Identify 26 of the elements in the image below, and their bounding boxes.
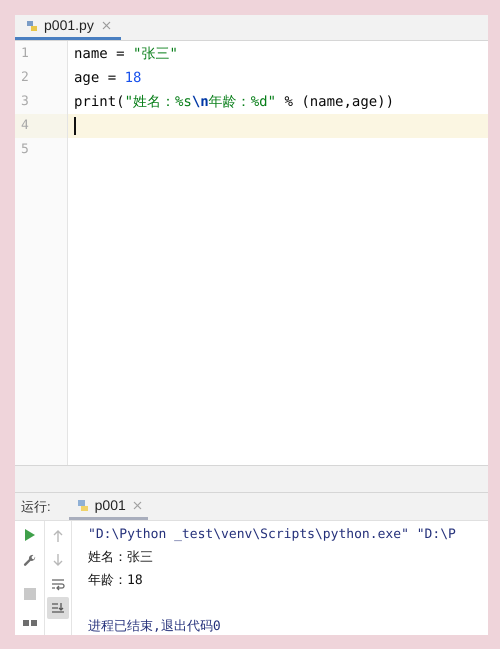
run-icon[interactable] <box>24 528 36 542</box>
panel-label: 运行: <box>20 498 52 516</box>
line-number: 2 <box>21 69 29 88</box>
run-tab[interactable]: p001 <box>68 493 148 520</box>
code-line: age = 18 <box>74 68 142 88</box>
console-line: 年龄：18 <box>88 572 143 590</box>
console-line: "D:\Python _test\venv\Scripts\python.exe" "D:\P <box>88 526 456 544</box>
line-number: 5 <box>21 141 29 160</box>
arrow-up-icon <box>51 529 65 543</box>
line-number: 1 <box>21 45 29 64</box>
console-line: 姓名：张三 <box>88 549 153 567</box>
code-line: name = "张三" <box>74 44 178 64</box>
code-line: print("姓名：%s\n年龄：%d" % (name,age)) <box>74 92 394 112</box>
line-number: 4 <box>21 117 29 136</box>
close-icon[interactable] <box>102 21 111 30</box>
scroll-to-end-icon <box>51 601 65 615</box>
python-icon <box>25 18 39 32</box>
wrench-icon[interactable] <box>22 554 36 568</box>
text-cursor <box>74 117 76 135</box>
console-line: 进程已结束,退出代码0 <box>88 618 221 635</box>
close-icon[interactable] <box>132 500 142 510</box>
soft-wrap-icon <box>51 577 65 591</box>
arrow-down-icon <box>51 553 65 567</box>
line-number: 3 <box>21 93 29 112</box>
layout-icon[interactable] <box>22 620 36 626</box>
scroll-to-end-button[interactable] <box>47 597 69 619</box>
